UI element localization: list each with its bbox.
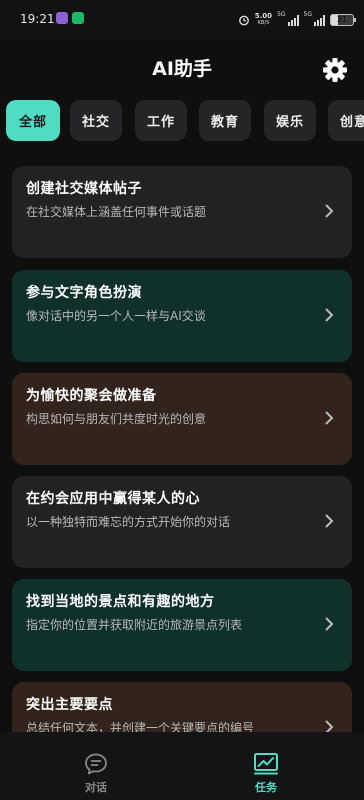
battery-icon: 31 bbox=[330, 14, 356, 26]
security-shield-icon bbox=[72, 12, 84, 24]
task-card[interactable]: 在约会应用中赢得某人的心 以一种独特而难忘的方式开始你的对话 bbox=[12, 476, 352, 568]
tab-creative[interactable]: 创意 bbox=[328, 100, 364, 141]
bottom-nav: 对话 任务 bbox=[0, 732, 364, 800]
alarm-icon bbox=[238, 15, 249, 26]
sim1-network-type: 5G bbox=[277, 11, 286, 18]
nav-chat[interactable]: 对话 bbox=[66, 752, 126, 795]
chat-bubble-icon bbox=[85, 753, 107, 775]
network-speed: 5.00 KB/S bbox=[254, 12, 273, 27]
tab-entertainment[interactable]: 娱乐 bbox=[264, 100, 316, 141]
gear-icon[interactable] bbox=[320, 55, 350, 85]
card-title: 参与文字角色扮演 bbox=[26, 285, 142, 301]
chevron-right-icon bbox=[325, 308, 334, 322]
card-title: 在约会应用中赢得某人的心 bbox=[26, 491, 200, 507]
chevron-right-icon bbox=[325, 411, 334, 425]
signal-icon bbox=[314, 14, 325, 26]
card-title: 突出主要要点 bbox=[26, 697, 113, 713]
sim2-network-type: 5G bbox=[303, 11, 312, 18]
task-card[interactable]: 为愉快的聚会做准备 构思如何与朋友们共度时光的创意 bbox=[12, 373, 352, 465]
status-bar: 19:21 5.00 KB/S 5G 5G 31 bbox=[0, 0, 364, 40]
signal-icon bbox=[287, 14, 299, 26]
task-card[interactable]: 创建社交媒体帖子 在社交媒体上涵盖任何事件或话题 bbox=[12, 166, 352, 258]
card-title: 找到当地的景点和有趣的地方 bbox=[26, 594, 215, 610]
category-tabs: 全部 社交 工作 教育 娱乐 创意 bbox=[6, 100, 364, 142]
card-title: 创建社交媒体帖子 bbox=[26, 181, 142, 197]
card-subtitle: 指定你的位置并获取附近的旅游景点列表 bbox=[26, 618, 243, 632]
task-card[interactable]: 参与文字角色扮演 像对话中的另一个人一样与AI交谈 bbox=[12, 270, 352, 362]
nav-tasks[interactable]: 任务 bbox=[236, 752, 296, 795]
chevron-right-icon bbox=[325, 514, 334, 528]
chevron-right-icon bbox=[325, 617, 334, 631]
task-card[interactable]: 找到当地的景点和有趣的地方 指定你的位置并获取附近的旅游景点列表 bbox=[12, 579, 352, 671]
card-subtitle: 在社交媒体上涵盖任何事件或话题 bbox=[26, 205, 207, 219]
tab-work[interactable]: 工作 bbox=[135, 100, 187, 141]
nav-tasks-label: 任务 bbox=[255, 781, 277, 794]
chart-line-icon bbox=[254, 753, 278, 775]
card-subtitle: 像对话中的另一个人一样与AI交谈 bbox=[26, 309, 206, 323]
notification-app-icon bbox=[56, 12, 68, 24]
page-title: AI助手 bbox=[152, 58, 212, 80]
chevron-right-icon bbox=[325, 204, 334, 218]
tab-all[interactable]: 全部 bbox=[6, 100, 60, 141]
app-header: AI助手 bbox=[0, 40, 364, 96]
nav-chat-label: 对话 bbox=[85, 781, 107, 794]
card-subtitle: 构思如何与朋友们共度时光的创意 bbox=[26, 412, 207, 426]
status-time: 19:21 bbox=[20, 12, 55, 26]
tab-education[interactable]: 教育 bbox=[199, 100, 251, 141]
tab-social[interactable]: 社交 bbox=[70, 100, 122, 141]
card-subtitle: 以一种独特而难忘的方式开始你的对话 bbox=[26, 515, 231, 529]
card-title: 为愉快的聚会做准备 bbox=[26, 388, 157, 404]
